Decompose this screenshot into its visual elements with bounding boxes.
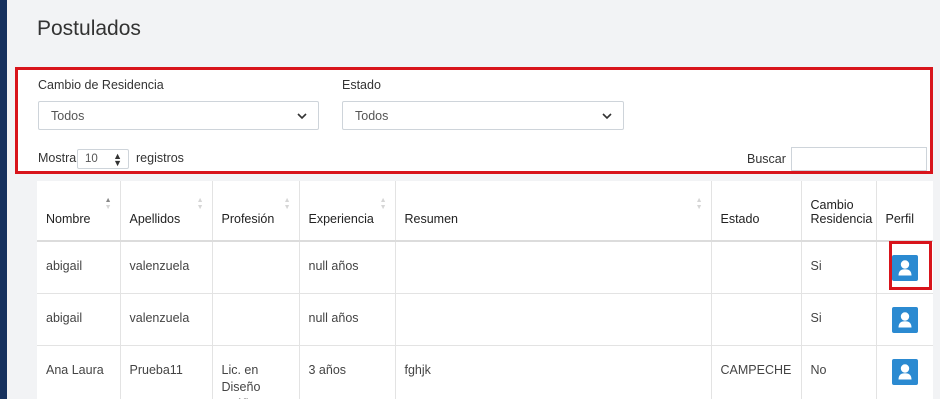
state-filter-select[interactable]: Todos: [342, 101, 624, 130]
highlight-annotation: [889, 241, 932, 290]
header-experiencia[interactable]: Experiencia ▲ ▼: [299, 181, 396, 242]
user-icon: [898, 311, 912, 327]
show-entries-label: Mostrar: [38, 151, 81, 165]
table-row: Ana Laura Prueba11 Lic. en Diseño Gráfic…: [37, 345, 933, 399]
page-length-select[interactable]: 10 ▲ ▼: [77, 149, 129, 169]
header-label: Estado: [720, 212, 760, 226]
updown-icon: ▲ ▼: [113, 151, 122, 168]
header-label: Nombre: [46, 212, 91, 226]
cell-resumen: [395, 293, 712, 346]
sort-icon: ▲ ▼: [379, 197, 387, 211]
page-title: Postulados: [37, 17, 141, 40]
cell-apellidos: Prueba11: [120, 345, 213, 399]
header-nombre[interactable]: Nombre ▲ ▼: [37, 181, 121, 242]
header-profesion[interactable]: Profesión ▲ ▼: [212, 181, 300, 242]
records-label: registros: [136, 151, 184, 165]
table-row: abigail valenzuela null años Si: [37, 293, 933, 346]
view-profile-button[interactable]: [891, 358, 918, 385]
sort-icon: ▲ ▼: [283, 197, 291, 211]
cell-resumen: [395, 241, 712, 294]
cell-apellidos: valenzuela: [120, 293, 213, 346]
table-row: abigail valenzuela null años Si: [37, 241, 933, 294]
residence-filter-label: Cambio de Residencia: [38, 78, 164, 92]
table-header-row: Nombre ▲ ▼ Apellidos ▲ ▼ Profesión ▲ ▼ Experie…: [37, 181, 933, 242]
cell-cambio-residencia: No: [801, 345, 877, 399]
sort-icon: ▲ ▼: [695, 197, 703, 211]
header-label: Resumen: [404, 212, 459, 226]
header-estado[interactable]: Estado: [711, 181, 802, 242]
cell-experiencia: 3 años: [299, 345, 396, 399]
cell-profesion: Lic. en Diseño Gráfico: [212, 345, 300, 399]
chevron-down-icon: [297, 113, 307, 120]
cell-experiencia: null años: [299, 241, 396, 294]
user-icon: [898, 363, 912, 379]
candidates-table: Nombre ▲ ▼ Apellidos ▲ ▼ Profesión ▲ ▼ Experie…: [37, 181, 933, 399]
chevron-down-icon: [602, 113, 612, 120]
state-filter-label: Estado: [342, 78, 381, 92]
search-label: Buscar: [747, 152, 786, 166]
cell-estado: CAMPECHE: [711, 345, 802, 399]
cell-profesion: [212, 241, 300, 294]
sort-icon: ▲ ▼: [104, 197, 112, 211]
cell-perfil: [876, 293, 933, 346]
header-label: Profesión: [221, 212, 275, 226]
cell-perfil: [876, 345, 933, 399]
cell-apellidos: valenzuela: [120, 241, 213, 294]
cell-experiencia: null años: [299, 293, 396, 346]
cell-resumen: fghjk: [395, 345, 712, 399]
page-length-value: 10: [85, 153, 98, 165]
cell-nombre: Ana Laura: [37, 345, 121, 399]
search-input[interactable]: [791, 147, 927, 171]
cell-estado: [711, 293, 802, 346]
residence-filter-value: Todos: [51, 109, 85, 123]
header-label: Apellidos: [129, 212, 181, 226]
cell-cambio-residencia: Si: [801, 293, 877, 346]
sidebar-edge: [0, 0, 7, 399]
state-filter-value: Todos: [355, 109, 389, 123]
header-apellidos[interactable]: Apellidos ▲ ▼: [120, 181, 213, 242]
header-perfil[interactable]: Perfil: [876, 181, 933, 242]
cell-nombre: abigail: [37, 241, 121, 294]
filter-panel: Cambio de Residencia Todos Estado Todos …: [15, 67, 933, 174]
residence-filter-select[interactable]: Todos: [38, 101, 319, 130]
cell-cambio-residencia: Si: [801, 241, 877, 294]
header-cambio-residencia[interactable]: Cambio Residencia: [801, 181, 877, 242]
cell-nombre: abigail: [37, 293, 121, 346]
sort-icon: ▲ ▼: [196, 197, 204, 211]
cell-estado: [711, 241, 802, 294]
cell-profesion: [212, 293, 300, 346]
view-profile-button[interactable]: [891, 306, 918, 333]
header-label: Perfil: [885, 212, 914, 226]
header-label: Cambio Residencia: [810, 198, 873, 226]
header-label: Experiencia: [308, 212, 374, 226]
header-resumen[interactable]: Resumen ▲ ▼: [395, 181, 712, 242]
